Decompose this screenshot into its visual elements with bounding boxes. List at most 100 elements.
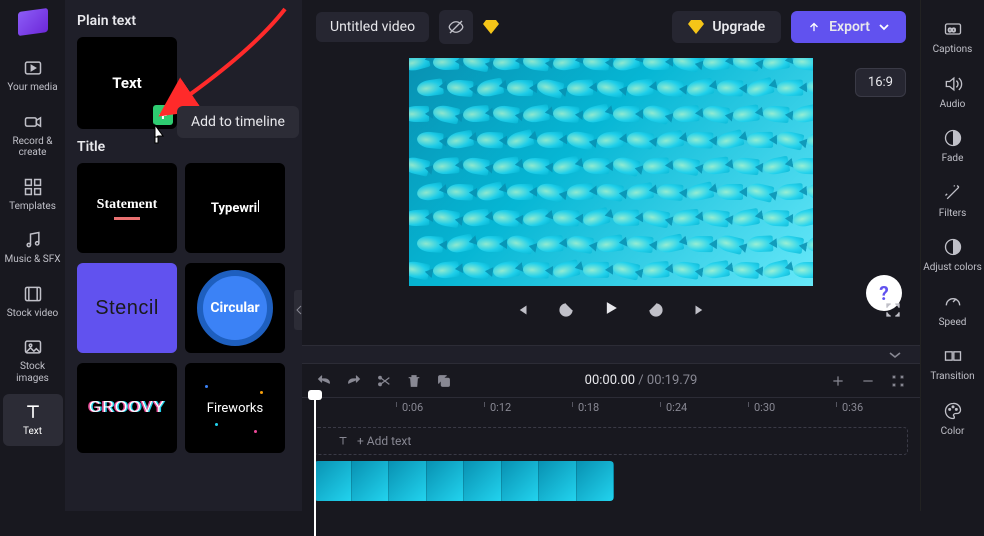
nav-record-create[interactable]: Record & create <box>3 104 63 167</box>
play-icon[interactable] <box>601 298 621 318</box>
add-text-label: + Add text <box>357 434 411 448</box>
add-to-timeline-button[interactable]: + <box>153 105 173 125</box>
zoom-in-icon[interactable] <box>830 373 846 389</box>
upgrade-button[interactable]: Upgrade <box>672 11 781 43</box>
ruler-tick: 0:12 <box>490 401 511 414</box>
split-icon[interactable] <box>376 373 392 389</box>
diamond-icon <box>688 20 704 34</box>
tile-statement[interactable]: Statement <box>77 163 177 253</box>
tile-stencil[interactable]: Stencil <box>77 263 177 353</box>
ruler-tick: 0:24 <box>666 401 687 414</box>
nav-label: Your media <box>7 82 57 94</box>
tile-typewriter[interactable]: Typewri <box>185 163 285 253</box>
time-sep: / <box>635 373 647 388</box>
tile-fireworks[interactable]: Fireworks <box>185 363 285 453</box>
nav-label: Stock images <box>3 361 63 384</box>
preview-collapse-bar[interactable] <box>302 345 920 363</box>
section-plain-text: Plain text <box>77 13 290 29</box>
right-captions[interactable]: CC Captions <box>923 10 983 65</box>
palette-icon <box>943 401 963 421</box>
upgrade-label: Upgrade <box>712 19 765 35</box>
right-label: Speed <box>939 317 967 329</box>
delete-icon[interactable] <box>406 373 422 389</box>
text-icon <box>337 435 349 447</box>
right-filters[interactable]: Filters <box>923 174 983 229</box>
fit-icon[interactable] <box>890 373 906 389</box>
svg-text:5: 5 <box>654 308 657 314</box>
playhead[interactable] <box>314 396 316 536</box>
nav-label: Record & create <box>3 136 63 159</box>
forward-5-icon[interactable]: 5 <box>647 301 665 319</box>
templates-icon <box>23 177 43 197</box>
project-title[interactable]: Untitled video <box>316 12 429 42</box>
skip-end-icon[interactable] <box>691 301 709 319</box>
eye-off-icon <box>447 18 465 36</box>
ruler-tick: 0:36 <box>842 401 863 414</box>
right-fade[interactable]: Fade <box>923 119 983 174</box>
right-audio[interactable]: Audio <box>923 65 983 120</box>
accessibility-toggle[interactable] <box>439 10 473 44</box>
right-transition[interactable]: Transition <box>923 337 983 392</box>
nav-label: Stock video <box>7 308 59 320</box>
captions-icon: CC <box>943 19 963 39</box>
tile-plain-text[interactable]: Text + <box>77 37 177 129</box>
panel-collapse-button[interactable] <box>294 290 302 330</box>
tile-groovy[interactable]: GROOVY <box>77 363 177 453</box>
tile-label: GROOVY <box>89 399 165 417</box>
fullscreen-icon[interactable] <box>884 301 902 319</box>
nav-stock-video[interactable]: Stock video <box>3 276 63 328</box>
app-logo <box>18 8 48 36</box>
media-icon <box>23 58 43 78</box>
right-color[interactable]: Color <box>923 392 983 447</box>
right-label: Color <box>941 426 965 438</box>
video-preview[interactable] <box>409 58 813 286</box>
tile-label: Statement <box>97 197 158 213</box>
nav-music-sfx[interactable]: Music & SFX <box>3 222 63 274</box>
nav-templates[interactable]: Templates <box>3 169 63 221</box>
camera-icon <box>23 112 43 132</box>
right-label: Audio <box>940 99 966 111</box>
nav-label: Templates <box>9 201 56 213</box>
aspect-ratio-button[interactable]: 16:9 <box>855 68 906 97</box>
nav-label: Music & SFX <box>5 254 61 266</box>
nav-your-media[interactable]: Your media <box>3 50 63 102</box>
nav-stock-images[interactable]: Stock images <box>3 329 63 392</box>
tile-label: Stencil <box>95 297 159 320</box>
tile-label: Fireworks <box>207 401 263 416</box>
underline-accent <box>114 217 140 220</box>
text-track-placeholder[interactable]: + Add text <box>314 427 908 455</box>
premium-diamond-icon <box>483 20 499 34</box>
playback-controls: 5 5 <box>513 298 709 322</box>
skip-start-icon[interactable] <box>513 301 531 319</box>
time-total: 00:19.79 <box>647 373 697 388</box>
section-title-heading: Title <box>77 139 290 155</box>
main-area: Untitled video Upgrade Export 16:9 ? 5 5 <box>302 0 920 511</box>
right-label: Transition <box>930 371 974 383</box>
nav-text[interactable]: Text <box>3 394 63 446</box>
preview-area: 16:9 ? 5 5 <box>302 54 920 345</box>
text-icon <box>23 402 43 422</box>
timeline-ruler[interactable]: 0:060:120:180:240:300:36 <box>302 397 920 421</box>
undo-icon[interactable] <box>316 373 332 389</box>
gauge-icon <box>943 292 963 312</box>
circular-badge: Circular <box>197 270 273 346</box>
zoom-out-icon[interactable] <box>860 373 876 389</box>
contrast-icon <box>943 237 963 257</box>
rewind-5-icon[interactable]: 5 <box>557 301 575 319</box>
duplicate-icon[interactable] <box>436 373 452 389</box>
music-icon <box>23 230 43 250</box>
image-icon <box>23 337 43 357</box>
text-panel: Plain text Text + Title Statement Typewr… <box>65 0 302 511</box>
svg-text:5: 5 <box>564 308 567 314</box>
tile-circular[interactable]: Circular <box>185 263 285 353</box>
export-button[interactable]: Export <box>791 11 906 43</box>
timeline-toolbar: 00:00.00 / 00:19.79 <box>302 363 920 397</box>
upload-icon <box>807 20 821 34</box>
right-label: Captions <box>933 44 973 56</box>
redo-icon[interactable] <box>346 373 362 389</box>
video-clip[interactable] <box>314 461 614 501</box>
right-adjust-colors[interactable]: Adjust colors <box>923 228 983 283</box>
left-sidebar: Your media Record & create Templates Mus… <box>0 0 65 511</box>
right-speed[interactable]: Speed <box>923 283 983 338</box>
video-icon <box>23 284 43 304</box>
